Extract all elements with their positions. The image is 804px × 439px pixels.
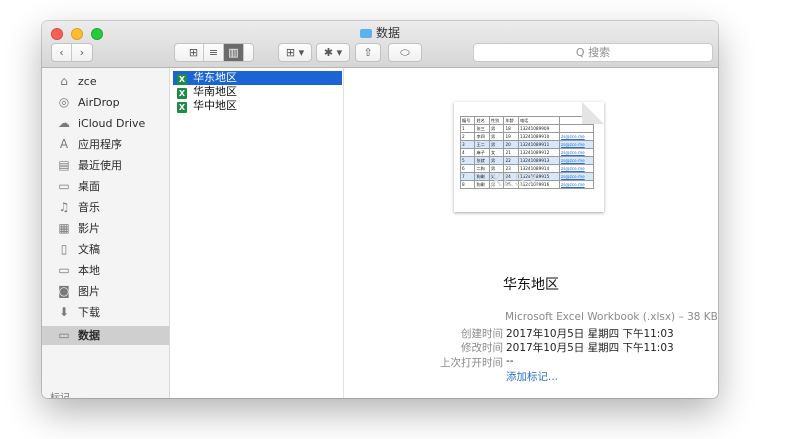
sidebar-item-local[interactable]: ▭ 本地: [42, 261, 169, 280]
home-icon: ⌂: [60, 74, 68, 88]
sidebar-item-documents[interactable]: ▯ 文稿: [42, 240, 169, 259]
recents-icon: ▤: [58, 158, 70, 172]
sidebar-item-airdrop[interactable]: ◎ AirDrop: [42, 93, 169, 112]
search-input[interactable]: Q 搜索: [473, 43, 713, 62]
forward-button[interactable]: ›: [72, 44, 92, 61]
file-row[interactable]: X 华东地区: [173, 71, 342, 85]
back-button[interactable]: ‹: [52, 44, 72, 61]
excel-file-icon: X: [177, 102, 187, 113]
created-value: 2017年10月5日 星期四 下午11:03: [506, 328, 674, 340]
title-bar: 数据 ‹› ⊞≡▥⊪ ⊞ ▾ ✱ ▾ ⇧ ⬭ Q 搜索: [42, 21, 718, 68]
documents-icon: ▯: [60, 242, 68, 256]
file-column: X 华东地区 X 华南地区 X 华中地区: [170, 68, 344, 398]
sidebar: ⌂ zce ◎ AirDrop ☁ iCloud Drive A 应用程序 ▤ 最近使用 …: [42, 68, 170, 398]
icon-view-button[interactable]: ⊞: [184, 44, 204, 61]
file-row[interactable]: X 华中地区: [173, 99, 342, 113]
action-button[interactable]: ✱ ▾: [316, 43, 350, 62]
excel-file-icon: X: [177, 74, 187, 85]
list-view-button[interactable]: ≡: [204, 44, 224, 61]
sidebar-item-downloads[interactable]: ⬇ 下载: [42, 303, 169, 322]
file-type-badge: XLSX: [490, 170, 541, 190]
last-opened-label: 上次打开时间: [440, 357, 503, 369]
sidebar-item-recents[interactable]: ▤ 最近使用: [42, 156, 169, 175]
arrange-button[interactable]: ⊞ ▾: [278, 43, 312, 62]
folder-icon: ▭: [58, 263, 70, 277]
last-opened-value: --: [506, 355, 514, 367]
file-row[interactable]: X 华南地区: [173, 85, 342, 99]
apps-icon: A: [59, 137, 69, 151]
finder-window: 数据 ‹› ⊞≡▥⊪ ⊞ ▾ ✱ ▾ ⇧ ⬭ Q 搜索 ⌂zce ◎AirDro…: [42, 21, 718, 398]
sidebar-item-desktop[interactable]: ▭ 桌面: [42, 177, 169, 196]
sidebar-item-pictures[interactable]: ◙ 图片: [42, 282, 169, 301]
download-icon: ⬇: [58, 305, 70, 319]
camera-icon: ◙: [58, 284, 70, 298]
excel-file-icon: X: [177, 88, 187, 99]
sidebar-item-music[interactable]: ♫ 音乐: [42, 198, 169, 217]
page-fold: [582, 102, 604, 124]
created-label: 创建时间: [461, 328, 503, 340]
modified-label: 修改时间: [461, 342, 503, 354]
sidebar-item-movies[interactable]: ▦ 影片: [42, 219, 169, 238]
view-mode-control: ⊞≡▥⊪: [174, 43, 254, 62]
cover-flow-button[interactable]: ⊪: [204, 61, 224, 62]
sidebar-item-data[interactable]: ▭ 数据: [42, 326, 169, 345]
modified-value: 2017年10月5日 星期四 下午11:03: [506, 342, 674, 354]
window-title: 数据: [42, 24, 718, 41]
sidebar-item-applications[interactable]: A 应用程序: [42, 135, 169, 154]
cloud-icon: ☁: [58, 116, 70, 130]
sidebar-item-icloud-drive[interactable]: ☁ iCloud Drive: [42, 114, 169, 133]
preview-file-name: 华东地区: [503, 277, 559, 293]
airdrop-icon: ◎: [58, 95, 70, 109]
share-button[interactable]: ⇧: [355, 43, 381, 62]
sidebar-item-home[interactable]: ⌂ zce: [42, 72, 169, 91]
music-icon: ♫: [58, 200, 70, 214]
navigation-buttons: ‹ ›: [51, 43, 93, 62]
add-tags-link[interactable]: 添加标记...: [506, 369, 558, 384]
movies-icon: ▦: [58, 221, 70, 235]
edit-tags-button[interactable]: ⬭: [388, 43, 422, 62]
preview-file-kind: Microsoft Excel Workbook (.xlsx) – 38 KB: [505, 311, 718, 323]
tags-heading: 标记: [50, 389, 70, 398]
folder-icon: ▭: [58, 328, 70, 342]
preview-pane: 编号 姓名 性别 年龄 电话 1 张三男 18 13241089909 2 李四男 19 1…: [344, 68, 718, 398]
desktop-icon: ▭: [58, 179, 70, 193]
file-thumbnail: 编号 姓名 性别 年龄 电话 1 张三男 18 13241089909 2 李四男 19 1…: [454, 102, 604, 212]
column-view-button[interactable]: ▥: [224, 44, 244, 61]
folder-icon: [359, 29, 372, 38]
